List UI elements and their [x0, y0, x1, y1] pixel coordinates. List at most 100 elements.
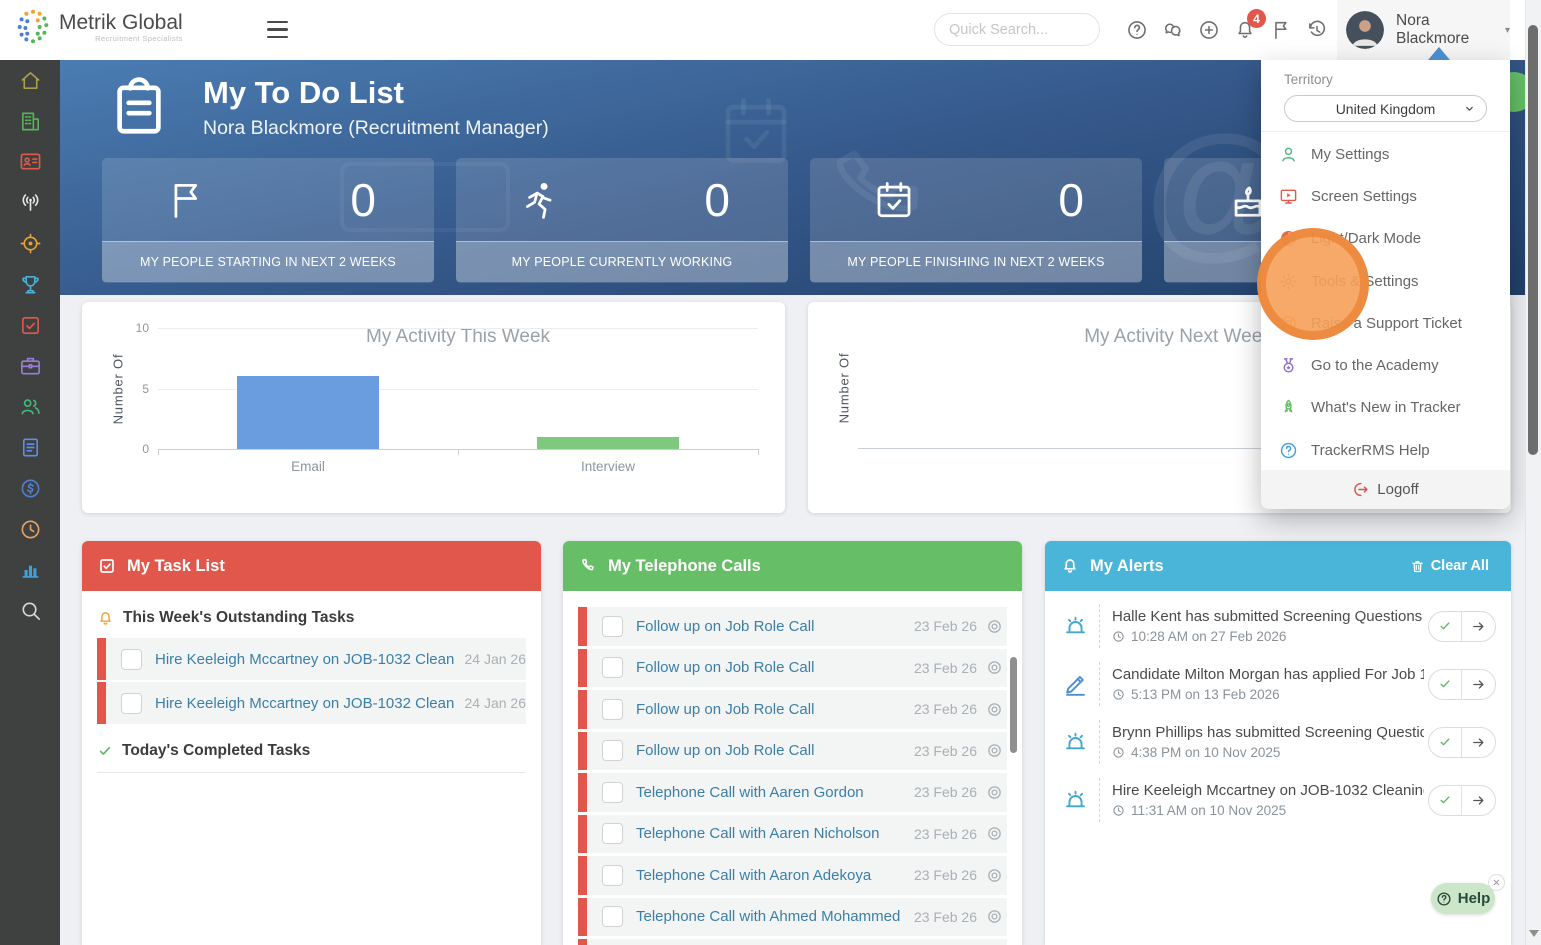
sidebar-item-target[interactable] — [0, 223, 60, 264]
sidebar-item-building[interactable] — [0, 101, 60, 142]
brand-name: Metrik Global — [59, 11, 183, 34]
question-circle-icon — [1436, 891, 1452, 907]
view-icon[interactable] — [986, 618, 1003, 635]
clock-icon — [19, 518, 42, 541]
divider — [1261, 131, 1510, 132]
menu-item-my-settings[interactable]: My Settings — [1261, 133, 1510, 175]
people-icon — [19, 395, 42, 418]
sidebar-item-home[interactable] — [0, 60, 60, 101]
menu-item-raise-a-support-ticket[interactable]: Raise a Support Ticket — [1261, 302, 1510, 344]
view-icon[interactable] — [986, 825, 1003, 842]
row-checkbox[interactable] — [602, 864, 623, 886]
sidebar-item-people[interactable] — [0, 386, 60, 427]
row-checkbox[interactable] — [602, 740, 623, 762]
brand-logo[interactable]: Metrik Global Recruitment Specialists — [14, 8, 183, 46]
row-checkbox[interactable] — [602, 906, 623, 928]
sidebar-item-clock[interactable] — [0, 509, 60, 550]
priority-bar — [578, 814, 587, 853]
stat-card[interactable]: 0 MY PEOPLE STARTING IN NEXT 2 WEEKS — [102, 158, 434, 283]
stat-label: MY PEOPLE CURRENTLY WORKING — [456, 242, 788, 282]
view-icon[interactable] — [986, 784, 1003, 801]
add-button[interactable] — [1198, 19, 1220, 41]
alert-complete-button[interactable] — [1429, 611, 1462, 641]
scroll-down-arrow[interactable] — [1529, 930, 1539, 937]
alert-complete-button[interactable] — [1429, 785, 1462, 815]
stat-card[interactable]: 0 MY PEOPLE FINISHING IN NEXT 2 WEEKS — [810, 158, 1142, 283]
menu-item-go-to-the-academy[interactable]: Go to the Academy — [1261, 344, 1510, 386]
sidebar-item-trophy[interactable] — [0, 264, 60, 305]
help-button[interactable] — [1126, 19, 1148, 41]
notifications-button[interactable]: 4 — [1234, 9, 1266, 41]
sidebar-item-broadcast[interactable] — [0, 182, 60, 223]
priority-bar — [578, 731, 587, 770]
alert-title: Hire Keeleigh Mccartney on JOB-1032 Clea… — [1112, 782, 1424, 799]
alert-timestamp: 11:31 AM on 10 Nov 2025 — [1112, 803, 1424, 818]
alert-open-button[interactable] — [1462, 786, 1495, 815]
history-button[interactable] — [1306, 19, 1328, 41]
stat-value: 0 — [1058, 173, 1084, 226]
sidebar-item-task-check[interactable] — [0, 305, 60, 346]
priority-bar — [578, 939, 587, 945]
sidebar-item-briefcase[interactable] — [0, 346, 60, 387]
chat-icon — [1162, 19, 1184, 41]
menu-item-trackerrms-help[interactable]: TrackerRMS Help — [1261, 429, 1510, 471]
territory-select[interactable]: United Kingdom — [1284, 95, 1487, 122]
row-link[interactable]: Hire Keeleigh Mccartney on JOB-1032 Clea… — [155, 651, 455, 668]
calls-scrollbar-thumb[interactable] — [1010, 657, 1017, 753]
page-scrollbar[interactable] — [1525, 0, 1541, 945]
stat-card[interactable]: 0 MY PEOPLE CURRENTLY WORKING — [456, 158, 788, 283]
row-link[interactable]: Telephone Call with Ahmed Mohammed — [636, 908, 904, 925]
hamburger-menu-button[interactable] — [267, 21, 288, 38]
flag-button[interactable] — [1270, 19, 1292, 41]
help-button[interactable]: Help — [1431, 883, 1495, 914]
alert-complete-button[interactable] — [1429, 669, 1462, 699]
sidebar-item-doc-list[interactable] — [0, 427, 60, 468]
row-link[interactable]: Follow up on Job Role Call — [636, 659, 904, 676]
row-checkbox[interactable] — [602, 823, 623, 845]
menu-items: My Settings Screen Settings Light/Dark Mod… — [1261, 133, 1510, 471]
row-checkbox[interactable] — [602, 657, 623, 679]
row-link[interactable]: Follow up on Job Role Call — [636, 701, 904, 718]
alert-open-button[interactable] — [1462, 612, 1495, 641]
row-checkbox[interactable] — [121, 648, 142, 670]
row-checkbox[interactable] — [602, 781, 623, 803]
calls-panel-title: My Telephone Calls — [608, 556, 761, 575]
clear-all-button[interactable]: Clear All — [1404, 557, 1495, 575]
chat-button[interactable] — [1162, 19, 1184, 41]
alert-open-button[interactable] — [1462, 670, 1495, 699]
row-checkbox[interactable] — [602, 615, 623, 637]
brand-tagline: Recruitment Specialists — [95, 34, 183, 43]
menu-item-what-s-new-in-tracker[interactable]: What's New in Tracker — [1261, 387, 1510, 429]
sidebar-item-bar-chart[interactable] — [0, 550, 60, 591]
row-link[interactable]: Telephone Call with Aaren Gordon — [636, 784, 904, 801]
view-icon[interactable] — [986, 742, 1003, 759]
alert-complete-button[interactable] — [1429, 727, 1462, 757]
view-icon[interactable] — [986, 701, 1003, 718]
doc-list-icon — [19, 436, 42, 459]
view-icon[interactable] — [986, 659, 1003, 676]
row-link[interactable]: Telephone Call with Aaren Nicholson — [636, 825, 904, 842]
task-panel-title: My Task List — [127, 556, 225, 575]
row-link[interactable]: Follow up on Job Role Call — [636, 618, 904, 635]
row-link[interactable]: Telephone Call with Aaron Adekoya — [636, 867, 904, 884]
help-close-button[interactable] — [1488, 874, 1505, 891]
sidebar-item-id-card[interactable] — [0, 142, 60, 183]
row-checkbox[interactable] — [121, 692, 142, 714]
sidebar-item-search[interactable] — [0, 590, 60, 631]
row-link[interactable]: Hire Keeleigh Mccartney on JOB-1032 Clea… — [155, 695, 455, 712]
quick-search-input[interactable] — [934, 13, 1100, 46]
row-checkbox[interactable] — [602, 698, 623, 720]
menu-item-light-dark-mode[interactable]: Light/Dark Mode — [1261, 218, 1510, 260]
menu-item-screen-settings[interactable]: Screen Settings — [1261, 175, 1510, 217]
row-link[interactable]: Follow up on Job Role Call — [636, 742, 904, 759]
scrollbar-thumb[interactable] — [1528, 25, 1538, 455]
user-menu-trigger[interactable]: Nora Blackmore ▾ — [1337, 0, 1510, 60]
view-icon[interactable] — [986, 867, 1003, 884]
logoff-button[interactable]: Logoff — [1261, 470, 1510, 509]
search-icon — [19, 599, 42, 622]
menu-item-tools-settings[interactable]: Tools & Settings — [1261, 260, 1510, 302]
user-name: Nora Blackmore — [1396, 12, 1470, 47]
view-icon[interactable] — [986, 908, 1003, 925]
alert-open-button[interactable] — [1462, 728, 1495, 757]
sidebar-item-coin[interactable] — [0, 468, 60, 509]
